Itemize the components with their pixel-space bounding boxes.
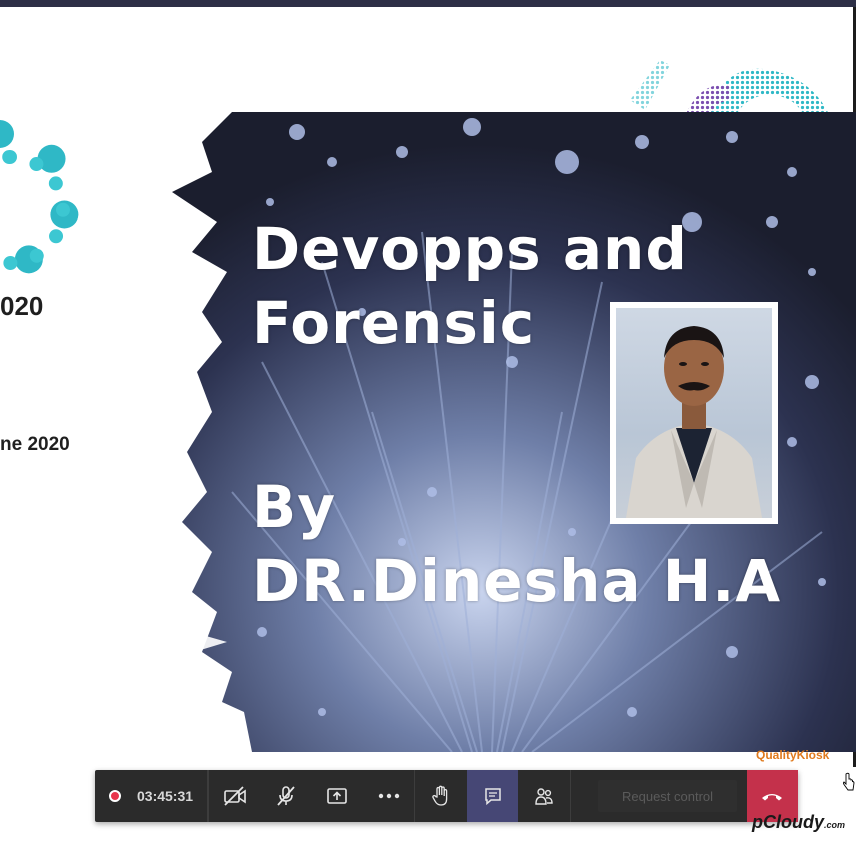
chat-button[interactable] xyxy=(466,770,519,822)
slide-title-line-1: Devopps and xyxy=(252,215,688,283)
mic-toggle-button[interactable] xyxy=(260,770,311,822)
pcloudy-watermark: pCloudy.com xyxy=(752,812,845,833)
phone-hangup-icon xyxy=(762,794,783,801)
share-tray-icon xyxy=(327,788,348,804)
chat-icon xyxy=(484,788,501,806)
raise-hand-button[interactable] xyxy=(414,770,466,822)
record-dot-icon xyxy=(109,790,121,802)
camera-toggle-button[interactable] xyxy=(208,770,260,822)
video-off-icon xyxy=(223,786,246,806)
meeting-control-bar: 03:45:31 Request control xyxy=(95,770,799,822)
ellipsis-icon xyxy=(378,793,399,799)
people-icon xyxy=(535,788,553,805)
recording-indicator: 03:45:31 xyxy=(95,770,209,822)
share-screen-button[interactable] xyxy=(312,770,363,822)
hand-cursor-icon xyxy=(843,772,855,791)
event-date-text: ne 2020 xyxy=(0,434,70,455)
partner-logo: QualityKiosk xyxy=(756,748,830,762)
watermark-suffix: .com xyxy=(824,820,846,830)
participants-button[interactable] xyxy=(518,770,569,822)
window-top-bar xyxy=(0,0,856,7)
meeting-timer: 03:45:31 xyxy=(137,788,194,804)
presentation-slide: Devopps and Forensic By DR.Dinesha H.A xyxy=(172,112,856,752)
more-actions-button[interactable] xyxy=(363,770,414,822)
watermark-brand: pCloudy xyxy=(752,812,824,832)
meeting-stage: 020 ne 2020 Devopps and Forensic By DR.D… xyxy=(0,0,856,856)
mic-off-icon xyxy=(277,786,295,806)
byline-prefix: By xyxy=(252,473,337,541)
event-year-text: 020 xyxy=(0,291,44,321)
hand-icon xyxy=(432,785,448,806)
toolbar-divider xyxy=(569,770,585,822)
slide-byline: By DR.Dinesha H.A xyxy=(252,470,781,618)
request-control-button[interactable]: Request control xyxy=(598,780,737,812)
presenter-name: DR.Dinesha H.A xyxy=(252,547,782,615)
